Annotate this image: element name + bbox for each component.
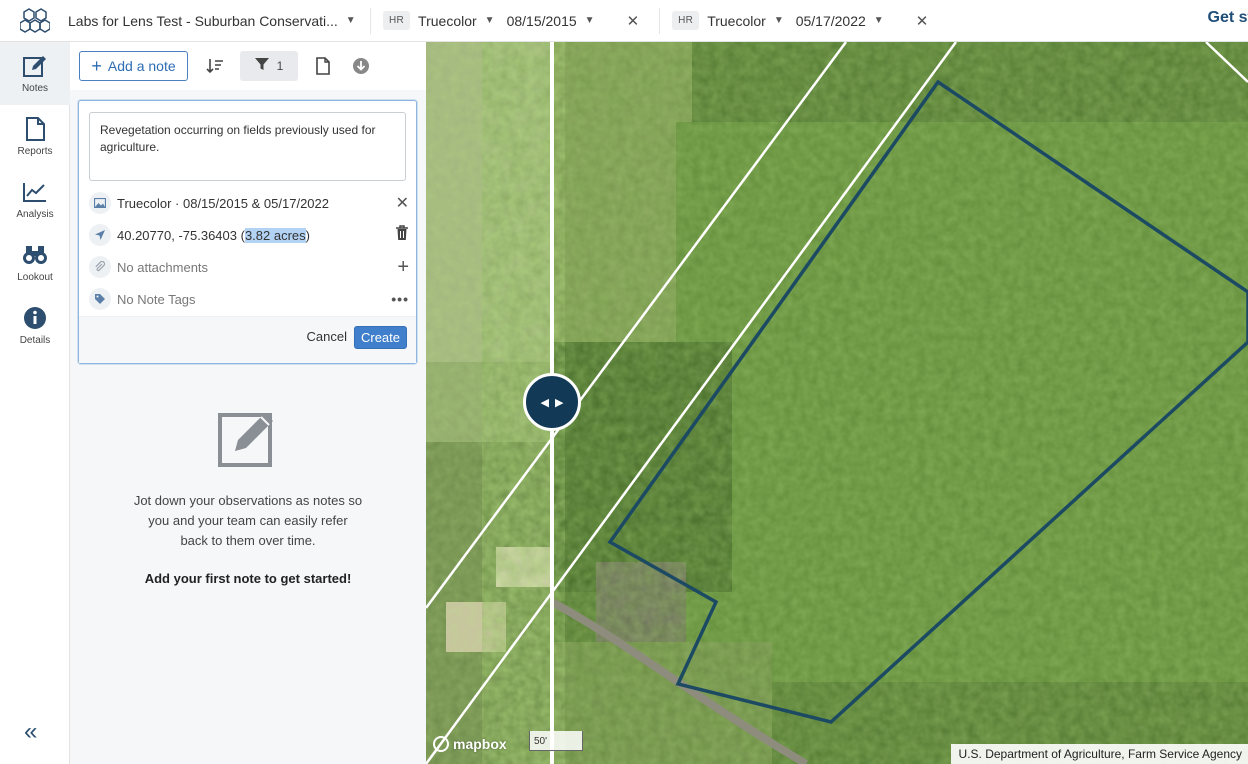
more-options-icon[interactable]: •••: [391, 291, 409, 307]
document-icon: [24, 116, 46, 142]
mapbox-logo[interactable]: mapbox: [433, 736, 507, 752]
close-icon[interactable]: ✕: [627, 12, 640, 30]
note-coordinates-close: ): [305, 227, 310, 243]
get-started-link[interactable]: Get star: [1208, 9, 1248, 27]
map-attribution[interactable]: U.S. Department of Agriculture, Farm Ser…: [950, 744, 1248, 764]
app-logo-icon[interactable]: [18, 0, 52, 42]
note-tags-row: No Note Tags •••: [89, 287, 409, 311]
add-note-button[interactable]: + Add a note: [79, 51, 188, 81]
top-bar: Labs for Lens Test - Suburban Conservati…: [0, 0, 1248, 42]
download-icon[interactable]: [352, 57, 370, 75]
new-note-form: Revegetation occurring on fields previou…: [78, 100, 417, 364]
empty-state-cta: Add your first note to get started!: [144, 571, 352, 586]
left-rail: Notes Reports Analysis Lookout Details «: [0, 42, 70, 764]
rail-item-lookout[interactable]: Lookout: [0, 231, 70, 294]
rail-item-analysis[interactable]: Analysis: [0, 168, 70, 231]
add-attachment-icon[interactable]: +: [397, 256, 409, 279]
resolution-badge: HR: [672, 11, 700, 30]
divider: [659, 7, 661, 34]
info-icon: [23, 305, 47, 331]
filter-button[interactable]: 1: [240, 51, 298, 81]
location-arrow-icon: [89, 224, 111, 246]
resolution-badge: HR: [383, 11, 411, 30]
close-icon[interactable]: ✕: [916, 12, 929, 30]
mapbox-logo-text: mapbox: [453, 736, 507, 752]
layer-date: 08/15/2015: [506, 12, 577, 29]
chevron-down-icon[interactable]: ▼: [485, 15, 495, 26]
create-button[interactable]: Create: [354, 326, 407, 349]
project-name: Labs for Lens Test - Suburban Conservati…: [68, 12, 338, 29]
binoculars-icon: [22, 242, 48, 268]
layer-name: Truecolor: [707, 12, 766, 29]
note-imagery-row: Truecolor · 08/15/2015 & 05/17/2022 ✕: [89, 191, 409, 215]
line-chart-icon: [22, 179, 48, 205]
collapse-sidebar-icon[interactable]: «: [24, 718, 37, 746]
pencil-square-icon: [22, 53, 48, 79]
sort-icon[interactable]: [206, 57, 224, 75]
rail-item-notes[interactable]: Notes: [0, 42, 70, 105]
rail-item-details[interactable]: Details: [0, 294, 70, 357]
chevron-down-icon[interactable]: ▼: [874, 15, 884, 26]
export-document-icon[interactable]: [316, 57, 330, 75]
divider: [370, 7, 371, 34]
note-text-input[interactable]: Revegetation occurring on fields previou…: [89, 112, 406, 181]
swipe-handle[interactable]: ◀ ▶: [523, 373, 581, 431]
trash-icon[interactable]: [395, 224, 409, 246]
note-form-footer: Cancel Create: [79, 316, 416, 363]
notes-empty-state: Jot down your observations as notes so y…: [70, 407, 426, 586]
map-view[interactable]: ◀ ▶ mapbox 50' U.S. Department of Agricul…: [426, 42, 1248, 764]
arrow-right-icon: ▶: [555, 396, 564, 409]
layer-selector-1[interactable]: HR Truecolor ▼ 08/15/2015 ▼ ✕: [383, 11, 639, 30]
chevron-down-icon: ▼: [345, 15, 356, 26]
layer-selector-2[interactable]: HR Truecolor ▼ 05/17/2022 ▼ ✕: [672, 11, 928, 30]
notes-panel: + Add a note 1 Revegetation occurring on…: [70, 42, 426, 764]
add-note-label: Add a note: [107, 58, 176, 74]
rail-label: Reports: [17, 146, 53, 157]
notes-toolbar: + Add a note 1: [70, 42, 426, 90]
project-selector[interactable]: Labs for Lens Test - Suburban Conservati…: [68, 13, 358, 29]
note-area: 3.82 acres: [244, 227, 306, 243]
mapbox-icon: [433, 736, 449, 752]
pencil-square-icon: [70, 407, 426, 469]
chevron-down-icon[interactable]: ▼: [585, 15, 595, 26]
filter-count-badge: 1: [276, 59, 284, 73]
note-tags-text: No Note Tags: [117, 291, 196, 307]
rail-label: Notes: [21, 83, 49, 94]
cancel-button[interactable]: Cancel: [307, 329, 347, 344]
image-icon: [89, 192, 111, 214]
note-imagery-text: Truecolor · 08/15/2015 & 05/17/2022: [117, 195, 329, 211]
note-coordinates: 40.20770, -75.36403 (: [117, 227, 245, 243]
layer-date: 05/17/2022: [795, 12, 866, 29]
remove-imagery-icon[interactable]: ✕: [396, 193, 409, 213]
rail-label: Details: [19, 335, 51, 346]
filter-icon: [254, 57, 269, 76]
note-attachments-text: No attachments: [117, 259, 209, 275]
chevron-down-icon[interactable]: ▼: [774, 15, 784, 26]
note-location-row: 40.20770, -75.36403 (3.82 acres): [89, 223, 409, 247]
rail-label: Analysis: [16, 209, 54, 220]
layer-name: Truecolor: [418, 12, 477, 29]
empty-state-message: Jot down your observations as notes so y…: [133, 493, 363, 548]
rail-item-reports[interactable]: Reports: [0, 105, 70, 168]
plus-icon: +: [91, 56, 102, 76]
tag-icon: [89, 288, 111, 310]
paperclip-icon: [89, 256, 111, 278]
note-attachments-row: No attachments +: [89, 255, 409, 279]
map-scale: 50': [529, 731, 583, 751]
rail-label: Lookout: [17, 272, 53, 283]
arrow-left-icon: ◀: [540, 396, 549, 409]
